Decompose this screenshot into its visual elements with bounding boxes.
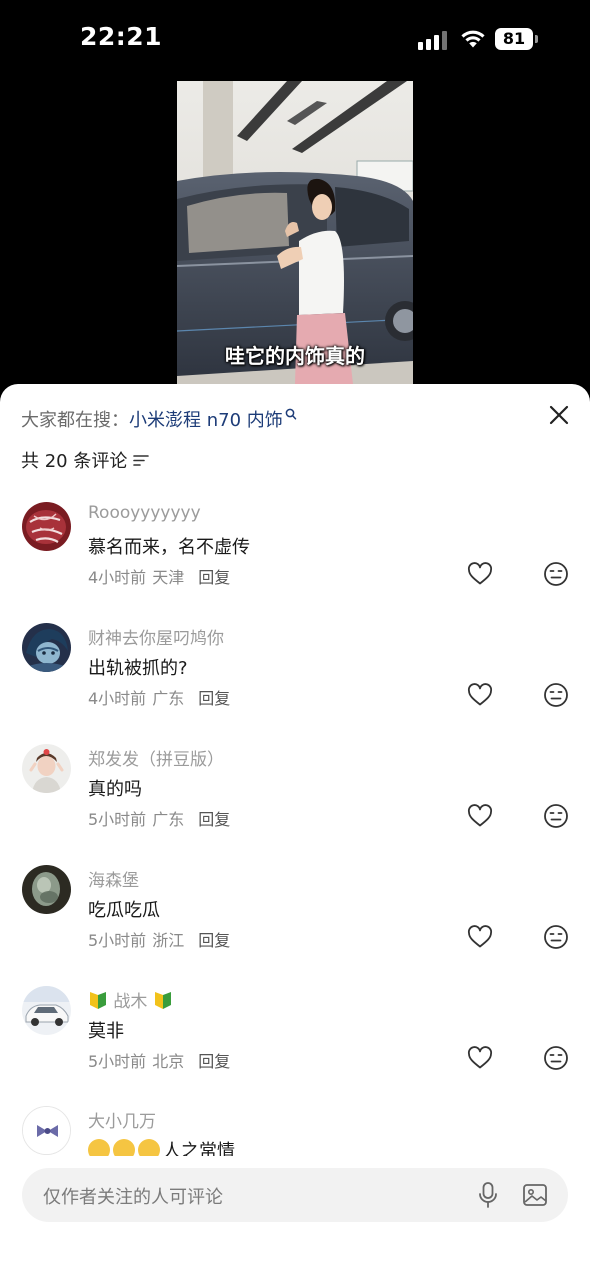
comment-item: 战木 莫非 5小时前 北京 回复 <box>0 986 590 1107</box>
avatar[interactable] <box>22 623 71 672</box>
comment-meta: 5小时前 浙江 回复 <box>88 927 230 951</box>
comment-username[interactable]: 战木 <box>88 987 173 1012</box>
comment-text: 人之常情 <box>88 1137 235 1156</box>
chick-emoji-icon <box>88 1139 110 1156</box>
heart-outline-icon[interactable] <box>467 1046 493 1070</box>
status-bar: 22:21 81 <box>0 0 590 80</box>
neutral-face-icon[interactable] <box>543 561 569 587</box>
comment-item: 海森堡 吃瓜吃瓜 5小时前 浙江 回复 <box>0 865 590 986</box>
comment-username[interactable]: Roooyyyyyyy <box>88 503 201 523</box>
avatar[interactable] <box>22 502 71 551</box>
comment-text-value: 人之常情 <box>163 1141 235 1156</box>
comment-text: 真的吗 <box>88 779 142 800</box>
sort-lines-icon[interactable] <box>133 453 150 467</box>
comment-location: 浙江 <box>152 931 185 950</box>
comments-sheet: 大家都在搜： 小米澎程 n70 内饰 共 20 条评论 Roooyyyyyyy … <box>0 384 590 1280</box>
comment-username[interactable]: 海森堡 <box>88 866 139 891</box>
comment-time: 4小时前 <box>88 689 147 708</box>
beginner-badge-icon <box>154 992 171 1009</box>
microphone-icon[interactable] <box>477 1181 499 1209</box>
comment-time: 4小时前 <box>88 568 147 587</box>
avatar[interactable] <box>22 986 71 1035</box>
comment-time: 5小时前 <box>88 810 147 829</box>
reply-button[interactable]: 回复 <box>198 1048 230 1072</box>
comment-meta: 5小时前 广东 回复 <box>88 806 230 830</box>
battery-tip <box>535 35 538 43</box>
comment-username[interactable]: 财神去你屋叼鸠你 <box>88 624 224 649</box>
search-icon <box>285 408 297 420</box>
neutral-face-icon[interactable] <box>543 803 569 829</box>
comment-text: 出轨被抓的? <box>88 658 188 679</box>
neutral-face-icon[interactable] <box>543 924 569 950</box>
trending-search-term[interactable]: 小米澎程 n70 内饰 <box>129 406 283 432</box>
video-preview[interactable]: 哇它的内饰真的 <box>177 81 413 384</box>
avatar[interactable] <box>22 744 71 793</box>
comment-text: 吃瓜吃瓜 <box>88 900 160 921</box>
heart-outline-icon[interactable] <box>467 683 493 707</box>
cellular-signal-icon <box>418 30 448 50</box>
comment-meta: 5小时前 北京 回复 <box>88 1048 230 1072</box>
status-time: 22:21 <box>80 22 163 51</box>
comment-item: 郑发发（拼豆版） 真的吗 5小时前 广东 回复 <box>0 744 590 865</box>
comment-username[interactable]: 郑发发（拼豆版） <box>88 745 224 770</box>
comment-time: 5小时前 <box>88 931 147 950</box>
comment-input[interactable]: 仅作者关注的人可评论 <box>22 1168 568 1222</box>
battery-indicator: 81 <box>495 28 539 50</box>
comment-count-label: 共 20 条评论 <box>21 451 128 472</box>
neutral-face-icon[interactable] <box>543 682 569 708</box>
heart-outline-icon[interactable] <box>467 562 493 586</box>
reply-button[interactable]: 回复 <box>198 685 230 709</box>
comment-meta: 4小时前 天津 回复 <box>88 564 230 588</box>
comment-location: 北京 <box>152 1052 185 1071</box>
comment-meta: 4小时前 广东 回复 <box>88 685 230 709</box>
comment-item: 大小几万 人之常情 <box>0 1106 590 1156</box>
comment-location: 广东 <box>152 810 185 829</box>
comment-input-placeholder: 仅作者关注的人可评论 <box>43 1187 223 1208</box>
comment-time: 5小时前 <box>88 1052 147 1071</box>
reply-button[interactable]: 回复 <box>198 927 230 951</box>
comment-location: 天津 <box>152 568 185 587</box>
reply-button[interactable]: 回复 <box>198 564 230 588</box>
comment-location: 广东 <box>152 689 185 708</box>
battery-level: 81 <box>495 28 533 50</box>
video-caption: 哇它的内饰真的 <box>225 344 365 368</box>
comment-text: 慕名而来，名不虚传 <box>88 537 250 558</box>
comment-username-text: 战木 <box>113 992 148 1012</box>
close-icon[interactable] <box>546 402 572 428</box>
video-frame-image <box>177 81 413 384</box>
heart-outline-icon[interactable] <box>467 804 493 828</box>
chick-emoji-icon <box>113 1139 135 1156</box>
heart-outline-icon[interactable] <box>467 925 493 949</box>
neutral-face-icon[interactable] <box>543 1045 569 1071</box>
comment-count-sort[interactable]: 共 20 条评论 <box>21 447 150 473</box>
avatar[interactable] <box>22 865 71 914</box>
trending-search-prefix: 大家都在搜： <box>21 410 129 431</box>
comment-username[interactable]: 大小几万 <box>88 1107 156 1132</box>
reply-button[interactable]: 回复 <box>198 806 230 830</box>
comment-text: 莫非 <box>88 1021 124 1042</box>
trending-search-link[interactable]: 大家都在搜： 小米澎程 n70 内饰 <box>21 404 297 434</box>
app-screen: 22:21 81 哇它的内饰真的 大家都在搜： 小米澎程 n70 内饰 共 20… <box>0 0 590 1280</box>
comment-item: Roooyyyyyyy 慕名而来，名不虚传 4小时前 天津 回复 <box>0 502 590 623</box>
beginner-badge-icon <box>90 992 106 1009</box>
chick-emoji-icon <box>138 1139 160 1156</box>
avatar[interactable] <box>22 1106 71 1155</box>
wifi-icon <box>461 30 485 48</box>
comment-item: 财神去你屋叼鸠你 出轨被抓的? 4小时前 广东 回复 <box>0 623 590 744</box>
image-icon[interactable] <box>522 1182 548 1208</box>
